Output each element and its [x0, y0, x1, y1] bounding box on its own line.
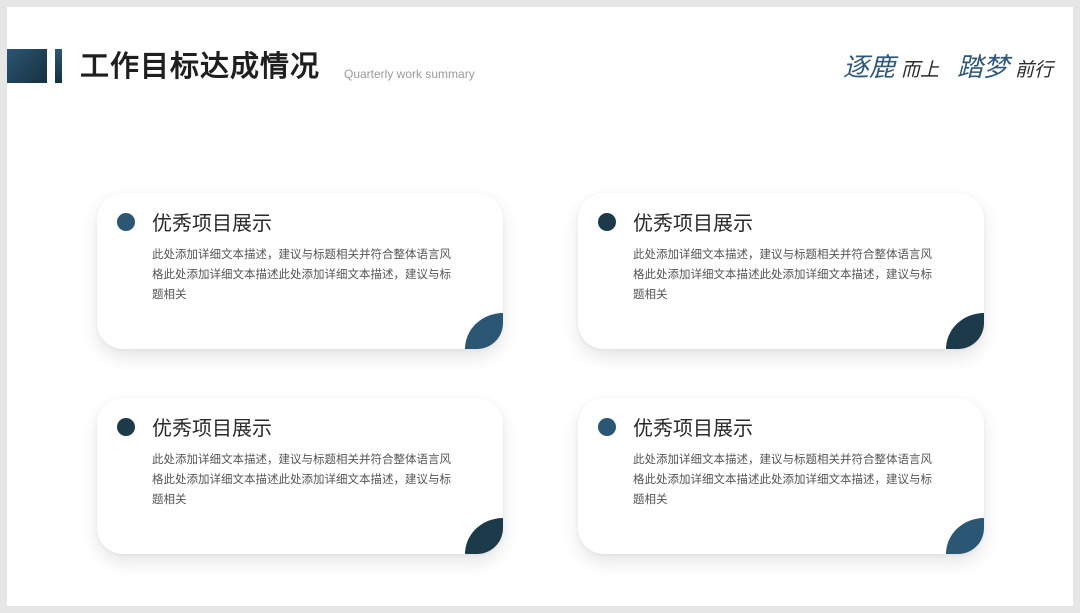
page-subtitle: Quarterly work summary — [344, 67, 475, 81]
slogan-part1-big: 逐鹿 — [842, 53, 895, 83]
project-card: 优秀项目展示 此处添加详细文本描述，建议与标题相关并符合整体语言风格此处添加详细… — [97, 398, 503, 554]
card-body: 此处添加详细文本描述，建议与标题相关并符合整体语言风格此处添加详细文本描述此处添… — [633, 247, 932, 301]
bullet-dot-icon — [117, 418, 135, 436]
card-title: 优秀项目展示 — [633, 416, 753, 440]
slogan-part2-small: 前行 — [1014, 59, 1053, 81]
header-accent-bar — [55, 49, 62, 83]
slide: 工作目标达成情况 Quarterly work summary 逐鹿 而上 踏梦 前行… — [7, 7, 1073, 606]
project-card: 优秀项目展示 此处添加详细文本描述，建议与标题相关并符合整体语言风格此处添加详细… — [97, 193, 503, 349]
slogan-part2-big: 踏梦 — [956, 53, 1009, 83]
card-corner-decoration — [946, 518, 984, 554]
page-title: 工作目标达成情况 — [80, 49, 321, 83]
card-corner-decoration — [465, 313, 503, 349]
card-body: 此处添加详细文本描述，建议与标题相关并符合整体语言风格此处添加详细文本描述此处添… — [633, 452, 932, 506]
card-corner-decoration — [465, 518, 503, 554]
card-title: 优秀项目展示 — [152, 211, 272, 235]
card-body: 此处添加详细文本描述，建议与标题相关并符合整体语言风格此处添加详细文本描述此处添… — [152, 452, 451, 506]
bullet-dot-icon — [598, 213, 616, 231]
slogan-part1-small: 而上 — [900, 59, 939, 81]
slogan: 逐鹿 而上 踏梦 前行 — [843, 51, 1053, 88]
card-title: 优秀项目展示 — [633, 211, 753, 235]
bullet-dot-icon — [598, 418, 616, 436]
header-accent-block — [7, 49, 47, 83]
card-corner-decoration — [946, 313, 984, 349]
card-title: 优秀项目展示 — [152, 416, 272, 440]
project-card: 优秀项目展示 此处添加详细文本描述，建议与标题相关并符合整体语言风格此处添加详细… — [578, 193, 984, 349]
project-card: 优秀项目展示 此处添加详细文本描述，建议与标题相关并符合整体语言风格此处添加详细… — [578, 398, 984, 554]
bullet-dot-icon — [117, 213, 135, 231]
card-body: 此处添加详细文本描述，建议与标题相关并符合整体语言风格此处添加详细文本描述此处添… — [152, 247, 451, 301]
